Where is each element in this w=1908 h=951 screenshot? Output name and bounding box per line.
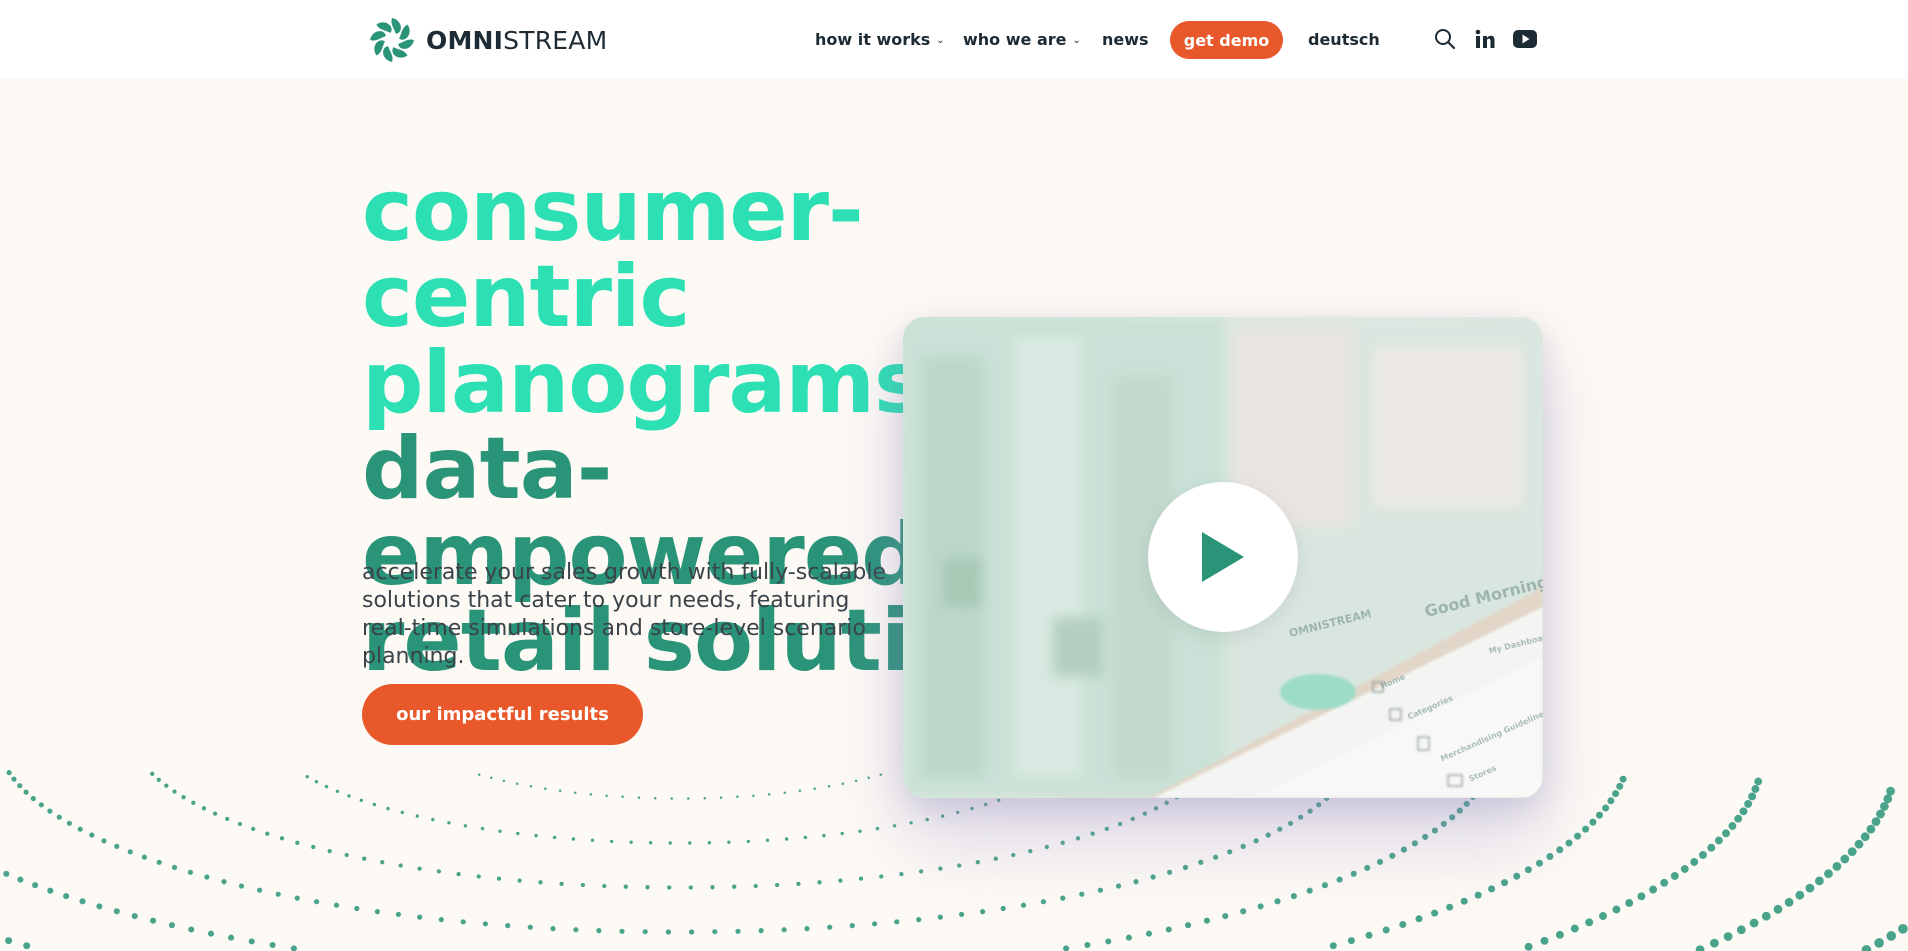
linkedin-icon[interactable] <box>1472 26 1498 52</box>
impactful-results-button[interactable]: our impactful results <box>362 684 643 745</box>
youtube-icon[interactable] <box>1512 26 1538 52</box>
chevron-down-icon: ⌄ <box>936 34 945 46</box>
nav-item-label: who we are <box>963 29 1067 49</box>
omnistream-logo[interactable]: OMNISTREAM <box>366 14 607 66</box>
nav-item-news[interactable]: news <box>1102 20 1149 58</box>
get-demo-button[interactable]: get demo <box>1170 21 1283 59</box>
video-player[interactable]: Good Morning OMNISTREAM My Dashboard Hom… <box>903 317 1543 798</box>
nav-item-who-we-are[interactable]: who we are ⌄ <box>963 20 1081 58</box>
hero-title-accent: consumer-centric planograms <box>362 161 925 433</box>
nav-item-how-it-works[interactable]: how it works ⌄ <box>815 20 945 58</box>
nav-item-deutsch[interactable]: deutsch <box>1308 20 1380 58</box>
brand-name-light: STREAM <box>503 25 608 55</box>
play-icon <box>1202 532 1244 582</box>
chevron-down-icon: ⌄ <box>1072 34 1081 46</box>
site-header: OMNISTREAM how it works ⌄ who we are ⌄ n… <box>0 0 1908 78</box>
logo-mark-icon <box>370 18 414 62</box>
play-button[interactable] <box>1148 482 1298 632</box>
nav-item-label: how it works <box>815 29 931 49</box>
brand-name-bold: OMNI <box>426 25 504 55</box>
brand-name: OMNISTREAM <box>426 26 607 55</box>
nav-item-label: deutsch <box>1308 29 1380 49</box>
nav-item-label: news <box>1102 29 1149 49</box>
search-icon[interactable] <box>1432 26 1458 52</box>
hero-subtitle: accelerate your sales growth with fully-… <box>362 560 886 669</box>
